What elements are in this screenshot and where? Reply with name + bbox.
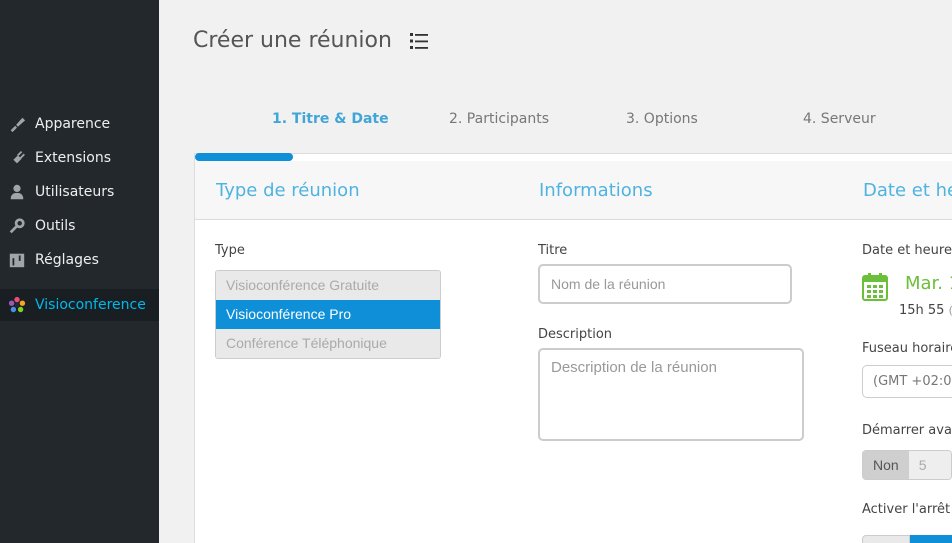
sidebar-item-outils[interactable]: Outils	[0, 209, 159, 243]
start-early-non[interactable]: Non	[863, 451, 909, 479]
start-early-label: Démarrer avan	[862, 423, 952, 438]
section-title-informations: Informations	[539, 180, 653, 201]
auto-stop-toggle[interactable]	[862, 535, 952, 543]
timezone-select[interactable]: (GMT +02:00)	[862, 365, 952, 398]
date-label: Date et heure d	[862, 243, 952, 258]
calendar-icon[interactable]	[862, 273, 888, 301]
progress-bar	[195, 153, 293, 161]
sidebar-item-label: Visioconference	[35, 297, 146, 313]
section-title-date: Date et heu	[863, 180, 952, 201]
sidebar-item-visioconference[interactable]: Visioconference	[0, 289, 159, 321]
list-view-icon[interactable]	[409, 31, 429, 51]
meeting-title-input[interactable]: Nom de la réunion	[538, 264, 792, 304]
step-participants[interactable]: 2. Participants	[449, 111, 549, 127]
type-option-pro[interactable]: Visioconférence Pro	[216, 300, 440, 329]
step-options[interactable]: 3. Options	[626, 111, 698, 127]
selected-date[interactable]: Mar. 1	[905, 273, 952, 294]
admin-sidebar: Apparence Extensions Utilisateurs Outils…	[0, 0, 159, 543]
sidebar-item-extensions[interactable]: Extensions	[0, 141, 159, 175]
step-titre-date[interactable]: 1. Titre & Date	[272, 111, 389, 127]
type-label: Type	[215, 243, 245, 258]
type-option-telephonique[interactable]: Conférence Téléphonique	[216, 329, 440, 358]
step-serveur[interactable]: 4. Serveur	[803, 111, 876, 127]
title-label: Titre	[538, 243, 568, 258]
meeting-description-textarea[interactable]: Description de la réunion	[538, 348, 804, 441]
meeting-type-list: Visioconférence Gratuite Visioconférence…	[215, 270, 441, 359]
time-value: 15h 55	[899, 303, 945, 318]
time-suffix: (C	[949, 304, 952, 317]
user-icon	[8, 183, 26, 201]
settings-sliders-icon	[8, 251, 26, 269]
page-title: Créer une réunion	[193, 28, 392, 53]
sidebar-item-label: Réglages	[35, 252, 99, 268]
plugin-icon	[8, 149, 26, 167]
auto-stop-label: Activer l'arrêt a	[862, 502, 952, 517]
section-title-type: Type de réunion	[216, 180, 360, 201]
description-label: Description	[538, 327, 613, 342]
timezone-label: Fuseau horaire	[862, 341, 952, 356]
auto-stop-off[interactable]	[862, 535, 910, 543]
paintbrush-icon	[8, 115, 26, 133]
wrench-icon	[8, 217, 26, 235]
type-option-gratuite[interactable]: Visioconférence Gratuite	[216, 271, 440, 300]
sidebar-item-reglages[interactable]: Réglages	[0, 243, 159, 277]
start-early-toggle: Non 5 mi	[862, 450, 952, 480]
selected-time: 15h 55 (C	[899, 303, 952, 318]
auto-stop-on[interactable]	[910, 535, 952, 543]
sidebar-item-label: Apparence	[35, 116, 111, 132]
start-early-5min[interactable]: 5 mi	[908, 451, 951, 479]
sidebar-item-label: Extensions	[35, 150, 112, 166]
sidebar-item-label: Outils	[35, 218, 76, 234]
sidebar-item-utilisateurs[interactable]: Utilisateurs	[0, 175, 159, 209]
sidebar-item-apparence[interactable]: Apparence	[0, 107, 159, 141]
sidebar-item-label: Utilisateurs	[35, 184, 115, 200]
visio-logo-icon	[8, 296, 26, 314]
